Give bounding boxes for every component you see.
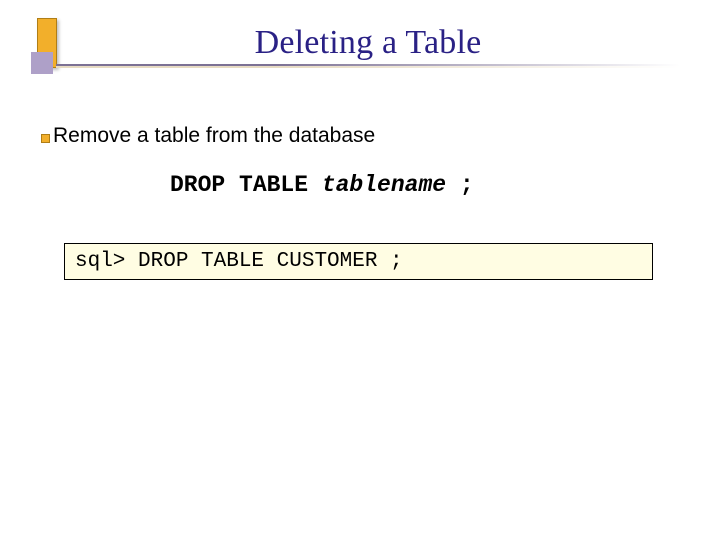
- slide-title: Deleting a Table: [56, 24, 680, 64]
- syntax-terminator: ;: [446, 172, 474, 198]
- code-example-text: sql> DROP TABLE CUSTOMER ;: [75, 250, 403, 273]
- title-underline: [56, 64, 680, 66]
- syntax-param: tablename: [322, 172, 446, 198]
- syntax-line: DROP TABLE tablename ;: [170, 172, 474, 198]
- intro-text: Remove a table from the database: [53, 124, 375, 148]
- title-area: Deleting a Table: [56, 24, 680, 66]
- code-example-box: sql> DROP TABLE CUSTOMER ;: [64, 243, 653, 280]
- accent-gold-bar: [37, 18, 57, 68]
- syntax-keyword: DROP TABLE: [170, 172, 322, 198]
- accent-lavender-square: [31, 52, 53, 74]
- bullet-icon: [41, 134, 50, 143]
